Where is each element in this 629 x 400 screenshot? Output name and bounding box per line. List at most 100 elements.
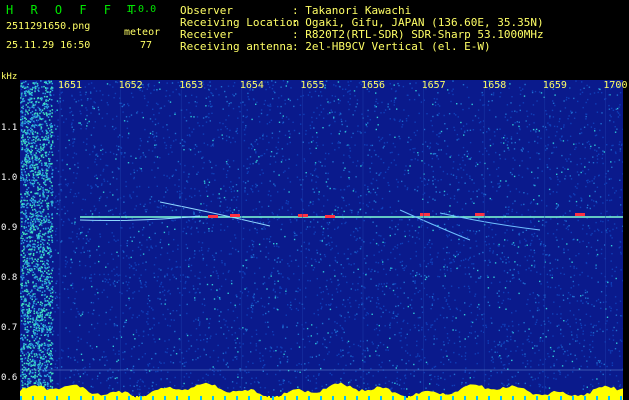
level-tick <box>580 396 582 400</box>
level-tick <box>460 396 462 400</box>
level-tick <box>456 396 458 400</box>
level-tick <box>536 396 538 400</box>
level-tick <box>132 396 134 400</box>
capture-datetime: 25.11.29 16:50 <box>6 40 91 51</box>
level-tick <box>448 396 450 400</box>
level-tick <box>76 396 78 400</box>
level-tick <box>108 396 110 400</box>
level-tick <box>172 396 174 400</box>
spectrogram-canvas <box>20 80 623 400</box>
y-tick-label: 0.9 <box>1 223 18 233</box>
level-tick <box>492 396 494 400</box>
level-tick <box>124 396 126 400</box>
header-panel: H R O F F T 1.0.0 2511291650.png meteor … <box>0 0 629 72</box>
level-tick <box>48 396 50 400</box>
x-tick-label: 1657 <box>421 80 446 91</box>
level-tick <box>348 396 350 400</box>
x-tick-label: 1653 <box>179 80 204 91</box>
level-tick <box>360 396 362 400</box>
level-tick <box>464 396 466 400</box>
file-name: 2511291650.png <box>6 21 91 32</box>
level-tick <box>296 396 298 400</box>
level-tick <box>68 396 70 400</box>
level-tick <box>616 396 618 400</box>
level-tick <box>316 396 318 400</box>
level-tick <box>208 396 210 400</box>
level-tick <box>204 396 206 400</box>
level-tick <box>596 396 598 400</box>
level-tick <box>116 396 118 400</box>
meteor-burst <box>230 214 240 217</box>
level-tick <box>428 396 430 400</box>
level-tick <box>80 396 82 400</box>
level-tick <box>600 396 602 400</box>
x-tick-label: 1654 <box>239 80 264 91</box>
level-tick <box>188 396 190 400</box>
app-version: 1.0.0 <box>126 4 157 15</box>
level-tick <box>64 396 66 400</box>
level-tick <box>44 396 46 400</box>
level-tick <box>144 396 146 400</box>
level-tick <box>564 396 566 400</box>
level-tick <box>392 396 394 400</box>
level-tick <box>100 396 102 400</box>
level-tick <box>200 396 202 400</box>
level-tick <box>320 396 322 400</box>
level-tick <box>92 396 94 400</box>
level-tick <box>396 396 398 400</box>
level-tick <box>272 396 274 400</box>
level-tick <box>28 396 30 400</box>
level-tick <box>256 396 258 400</box>
level-tick <box>168 396 170 400</box>
y-tick-label: 0.7 <box>1 323 18 333</box>
level-tick <box>140 396 142 400</box>
level-tick <box>112 396 114 400</box>
level-tick <box>136 396 138 400</box>
level-tick <box>308 396 310 400</box>
level-tick <box>592 396 594 400</box>
level-tick <box>520 396 522 400</box>
level-tick <box>560 396 562 400</box>
spectrogram-plot <box>20 80 623 400</box>
level-tick <box>164 396 166 400</box>
level-tick <box>32 396 34 400</box>
level-tick <box>488 396 490 400</box>
level-tick <box>552 396 554 400</box>
antenna-value: : 2el-HB9CV Vertical (el. E-W) <box>292 40 491 53</box>
level-tick <box>40 396 42 400</box>
level-tick <box>604 396 606 400</box>
level-tick <box>280 396 282 400</box>
level-tick <box>128 396 130 400</box>
level-tick <box>248 396 250 400</box>
level-tick <box>96 396 98 400</box>
x-tick-label: 1700 <box>603 80 628 91</box>
level-tick <box>548 396 550 400</box>
level-tick <box>416 396 418 400</box>
level-tick <box>508 396 510 400</box>
level-tick <box>336 396 338 400</box>
level-tick <box>352 396 354 400</box>
level-tick <box>52 396 54 400</box>
level-tick <box>380 396 382 400</box>
level-tick <box>312 396 314 400</box>
level-tick <box>84 396 86 400</box>
level-tick <box>576 396 578 400</box>
level-tick <box>420 396 422 400</box>
level-tick <box>496 396 498 400</box>
level-tick <box>524 396 526 400</box>
level-tick <box>528 396 530 400</box>
level-tick <box>232 396 234 400</box>
level-tick <box>324 396 326 400</box>
level-tick <box>224 396 226 400</box>
level-tick <box>372 396 374 400</box>
level-tick <box>196 396 198 400</box>
x-tick-label: 1659 <box>542 80 567 91</box>
level-tick <box>608 396 610 400</box>
level-tick <box>484 396 486 400</box>
level-tick <box>328 396 330 400</box>
level-tick <box>88 396 90 400</box>
y-tick-label: 1.1 <box>1 123 18 133</box>
level-tick <box>440 396 442 400</box>
meteor-burst <box>208 215 218 218</box>
level-tick <box>532 396 534 400</box>
